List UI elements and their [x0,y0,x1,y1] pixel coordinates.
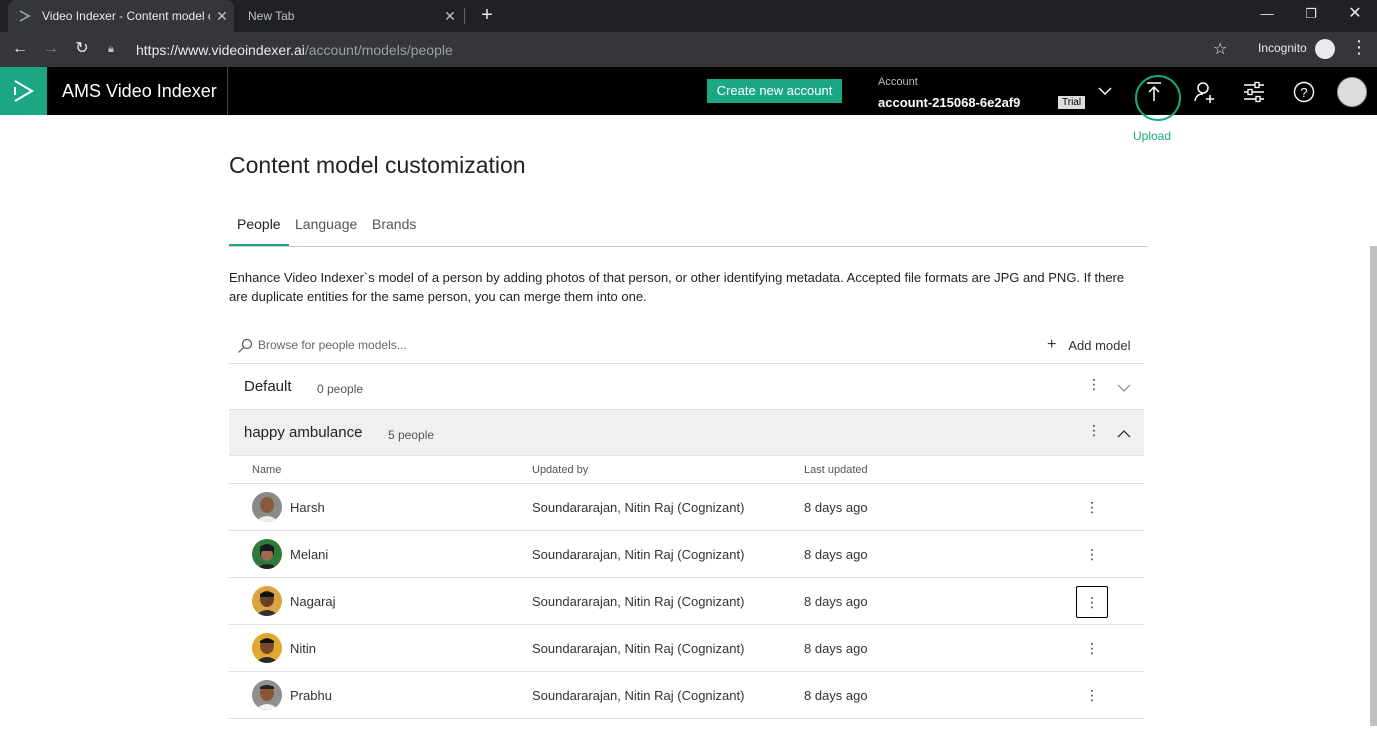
browser-tab-video-indexer[interactable]: Video Indexer - Content model c ✕ [8,0,234,32]
person-updated-by: Soundararajan, Nitin Raj (Cognizant) [532,594,745,609]
account-name[interactable]: account-215068-6e2af9 [878,95,1020,110]
bookmark-star-icon[interactable]: ☆ [1213,39,1227,59]
table-row[interactable]: Melani Soundararajan, Nitin Raj (Cogniza… [229,531,1144,578]
video-indexer-logo-icon[interactable] [0,67,47,115]
header-divider [227,67,228,115]
tab-brands[interactable]: Brands [364,216,424,246]
upload-label: Upload [1133,129,1172,143]
close-window-icon[interactable]: ✕ [1333,0,1377,30]
table-row[interactable]: Nitin Soundararajan, Nitin Raj (Cognizan… [229,625,1144,672]
app-name[interactable]: AMS Video Indexer [62,81,217,102]
incognito-label: Incognito [1258,41,1307,55]
person-name: Prabhu [290,688,332,703]
account-label: Account [878,76,918,88]
model-group-happy-ambulance[interactable]: happy ambulance 5 people ⋮ [229,410,1144,456]
browser-tab-new-tab[interactable]: New Tab ✕ [236,0,462,32]
more-options-icon[interactable]: ⋮ [1076,539,1108,571]
page-scrollbar[interactable] [1370,246,1377,726]
person-avatar [252,539,282,569]
person-name: Nagaraj [290,594,336,609]
more-options-icon[interactable]: ⋮ [1087,376,1101,393]
browser-tab-title: Video Indexer - Content model c [42,9,210,23]
forward-arrow-icon[interactable]: → [39,38,63,62]
trial-badge: Trial [1058,96,1086,109]
close-tab-icon[interactable]: ✕ [438,8,462,25]
person-updated-by: Soundararajan, Nitin Raj (Cognizant) [532,547,745,562]
upload-icon[interactable] [1143,81,1165,108]
table-row[interactable]: Harsh Soundararajan, Nitin Raj (Cognizan… [229,484,1144,531]
tab-language[interactable]: Language [287,216,365,246]
model-group-name: Default [244,378,292,395]
column-header-updated-by[interactable]: Updated by [532,464,588,476]
browser-tabstrip: Video Indexer - Content model c ✕ New Ta… [0,0,1377,32]
video-indexer-favicon-icon [18,9,32,23]
incognito-icon[interactable] [1315,39,1335,59]
add-model-button[interactable]: + Add model [1047,336,1131,354]
user-avatar[interactable] [1337,77,1367,107]
table-row[interactable]: Prabhu Soundararajan, Nitin Raj (Cogniza… [229,672,1144,719]
url-path: /account/models/people [304,41,453,58]
help-icon[interactable]: ? [1293,81,1315,108]
person-name: Nitin [290,641,317,656]
person-last-updated: 8 days ago [804,500,868,515]
create-new-account-button[interactable]: Create new account [707,79,842,103]
chevron-up-icon[interactable] [1117,426,1131,444]
table-row[interactable]: Nagaraj Soundararajan, Nitin Raj (Cogniz… [229,578,1144,625]
chevron-down-icon[interactable] [1117,380,1131,398]
person-avatar [252,586,282,616]
more-options-icon[interactable]: ⋮ [1076,492,1108,524]
more-options-icon[interactable]: ⋮ [1076,633,1108,665]
minimize-window-icon[interactable]: — [1245,0,1289,30]
column-header-last-updated[interactable]: Last updated [804,464,868,476]
model-group-default[interactable]: Default 0 people ⋮ [229,364,1144,410]
browser-tab-title: New Tab [248,9,295,23]
plus-icon: + [1047,336,1057,353]
search-input[interactable] [258,338,658,352]
person-last-updated: 8 days ago [804,547,868,562]
app-header: AMS Video Indexer Create new account Acc… [0,67,1377,121]
person-name: Melani [290,547,329,562]
person-last-updated: 8 days ago [804,641,868,656]
add-model-label: Add model [1068,337,1131,353]
model-group-name: happy ambulance [244,424,363,441]
address-bar[interactable]: 🔒︎ https://www.videoindexer.ai /account/… [108,36,1244,63]
url-host: https://www.videoindexer.ai [136,41,305,58]
reload-icon[interactable]: ↻ [70,38,94,62]
person-name: Harsh [290,500,325,515]
person-last-updated: 8 days ago [804,688,868,703]
person-updated-by: Soundararajan, Nitin Raj (Cognizant) [532,500,745,515]
person-last-updated: 8 days ago [804,594,868,609]
person-updated-by: Soundararajan, Nitin Raj (Cognizant) [532,688,745,703]
page-title: Content model customization [229,152,526,178]
more-options-icon[interactable]: ⋮ [1087,422,1101,439]
lock-icon: 🔒︎ [108,43,114,55]
tab-people[interactable]: People [229,216,289,246]
model-group-count: 0 people [317,382,364,396]
browser-menu-icon[interactable]: ⋮ [1350,37,1368,58]
search-row: + Add model [229,330,1144,364]
column-header-name[interactable]: Name [252,464,281,476]
more-options-icon[interactable]: ⋮ [1076,680,1108,712]
more-options-icon[interactable]: ⋮ [1076,586,1108,618]
chevron-down-icon[interactable] [1098,83,1112,101]
people-description: Enhance Video Indexer`s model of a perso… [229,270,1125,304]
tab-divider [464,8,465,24]
browser-toolbar: ← → ↻ 🔒︎ https://www.videoindexer.ai /ac… [0,32,1377,67]
restore-window-icon[interactable]: ❐ [1289,0,1333,30]
person-avatar [252,680,282,710]
person-updated-by: Soundararajan, Nitin Raj (Cognizant) [532,641,745,656]
person-avatar [252,492,282,522]
add-user-icon[interactable] [1193,81,1217,108]
search-icon [237,338,253,359]
close-tab-icon[interactable]: ✕ [210,8,234,25]
content-model-tabs: People Language Brands [229,216,1148,247]
model-group-count: 5 people [388,428,435,442]
new-tab-button[interactable]: + [476,4,498,26]
back-arrow-icon[interactable]: ← [8,38,32,62]
person-avatar [252,633,282,663]
settings-sliders-icon[interactable] [1243,81,1265,108]
svg-text:?: ? [1300,85,1307,100]
